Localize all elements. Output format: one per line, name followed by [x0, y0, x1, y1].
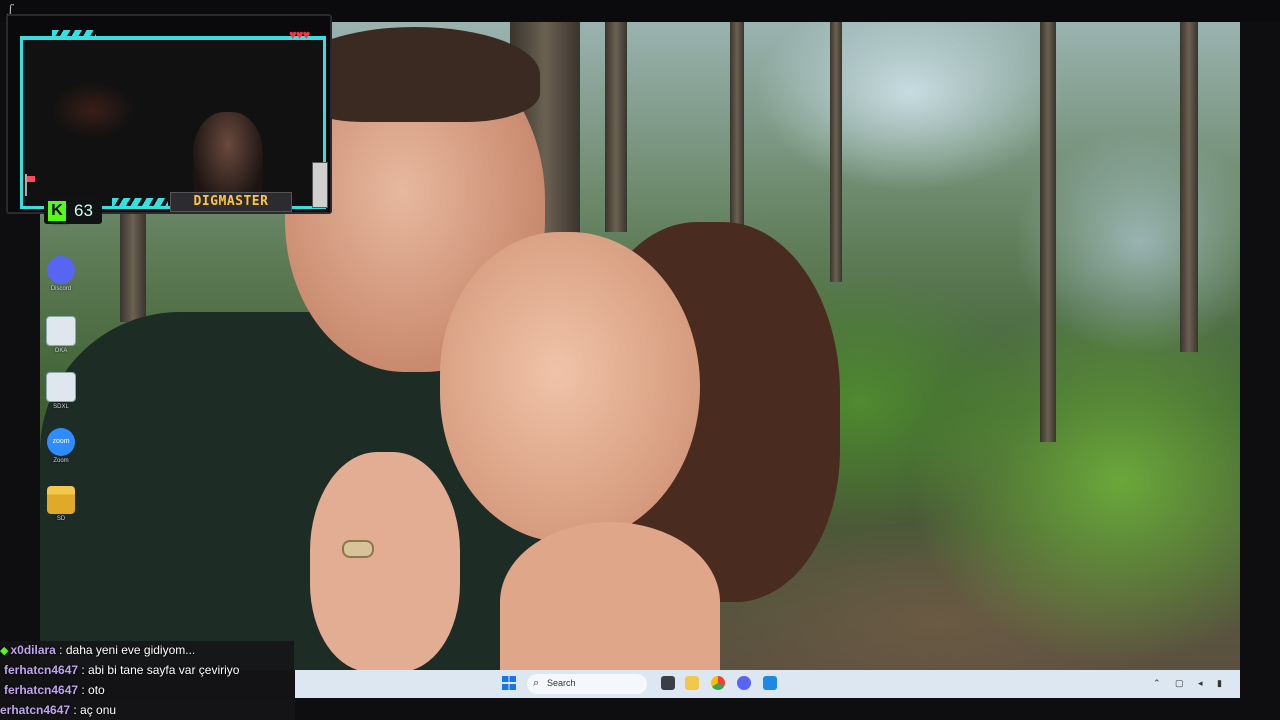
- tree-trunk: [605, 22, 627, 232]
- taskbar-search-box[interactable]: ⌕ Search: [527, 674, 647, 694]
- kick-points-badge: K 63: [44, 198, 102, 224]
- desktop-icon-discord[interactable]: Discord: [44, 256, 78, 292]
- chat-username: ferhatcn4647: [4, 683, 79, 697]
- streamer-silhouette: [193, 112, 263, 204]
- app-taskbar-icon[interactable]: [763, 676, 777, 690]
- search-placeholder: Search: [547, 678, 576, 688]
- desktop-icon-sdxl[interactable]: SDXL: [44, 372, 78, 410]
- desktop-icon-label: SDXL: [53, 404, 69, 410]
- chrome-icon[interactable]: [711, 676, 725, 690]
- chat-text: : abi bi tane sayfa var çeviriyo: [78, 663, 240, 677]
- tree-trunk: [1040, 22, 1056, 442]
- windows-taskbar: ⌕ Search ⌃ ▢ ◂ ▮: [295, 670, 1240, 698]
- decor-stripes: [52, 30, 96, 38]
- desktop-icon-label: Zoom: [53, 458, 69, 464]
- desktop-icon-sd[interactable]: SD: [44, 486, 78, 522]
- system-tray[interactable]: ⌃ ▢ ◂ ▮: [1153, 678, 1228, 689]
- tree-trunk: [120, 202, 146, 322]
- desktop-icon-label: OKA: [54, 348, 68, 354]
- flag-icon: [24, 174, 36, 196]
- gear-icon: [46, 372, 76, 402]
- streamer-brand-label: DIGMASTER: [170, 192, 292, 212]
- webcam-overlay: ♥♥♥: [6, 14, 332, 214]
- chat-username: erhatcn4647: [0, 703, 71, 717]
- discord-taskbar-icon[interactable]: [737, 676, 751, 690]
- tree-trunk: [1180, 22, 1198, 352]
- ring: [342, 540, 374, 558]
- desktop-icon-label: Discord: [50, 286, 72, 292]
- folder-icon: [47, 486, 75, 514]
- chat-message: erhatcn4647 : aç onu: [0, 700, 116, 720]
- chat-message: ferhatcn4647 : abi bi tane sayfa var çev…: [4, 660, 239, 680]
- desktop-icon-label: SD: [56, 516, 66, 522]
- chat-message: ◆ x0dilara : daha yeni eve gidiyom...: [0, 640, 195, 660]
- tree-trunk: [830, 22, 842, 282]
- tower-icon: [312, 162, 328, 208]
- search-icon: ⌕: [533, 677, 540, 689]
- kick-logo-icon: K: [48, 201, 66, 221]
- person-woman-shoulder: [500, 522, 720, 670]
- points-value: 63: [74, 201, 93, 220]
- zoom-icon: zoom: [47, 428, 75, 456]
- person-woman-face: [440, 232, 700, 542]
- desktop-icon-zoom[interactable]: zoom Zoom: [44, 428, 78, 464]
- task-view-icon[interactable]: [661, 676, 675, 690]
- decor-stripes: [112, 198, 168, 208]
- webcam-feed: [20, 40, 326, 209]
- file-explorer-icon[interactable]: [685, 676, 699, 690]
- windows-start-icon[interactable]: [502, 676, 516, 690]
- chat-text: : oto: [78, 683, 105, 697]
- chat-username: x0dilara: [10, 643, 56, 657]
- subscriber-badge-icon: ◆: [0, 645, 9, 657]
- chat-text: : daha yeni eve gidiyom...: [55, 643, 196, 657]
- gear-icon: [46, 316, 76, 346]
- discord-icon: [47, 256, 75, 284]
- desktop-icon-oka[interactable]: OKA: [44, 316, 78, 354]
- chat-message: ferhatcn4647 : oto: [4, 680, 105, 700]
- chat-username: ferhatcn4647: [4, 663, 79, 677]
- person-hand: [310, 452, 460, 670]
- hearts-icon: ♥♥♥: [289, 27, 310, 42]
- chat-text: : aç onu: [70, 703, 117, 717]
